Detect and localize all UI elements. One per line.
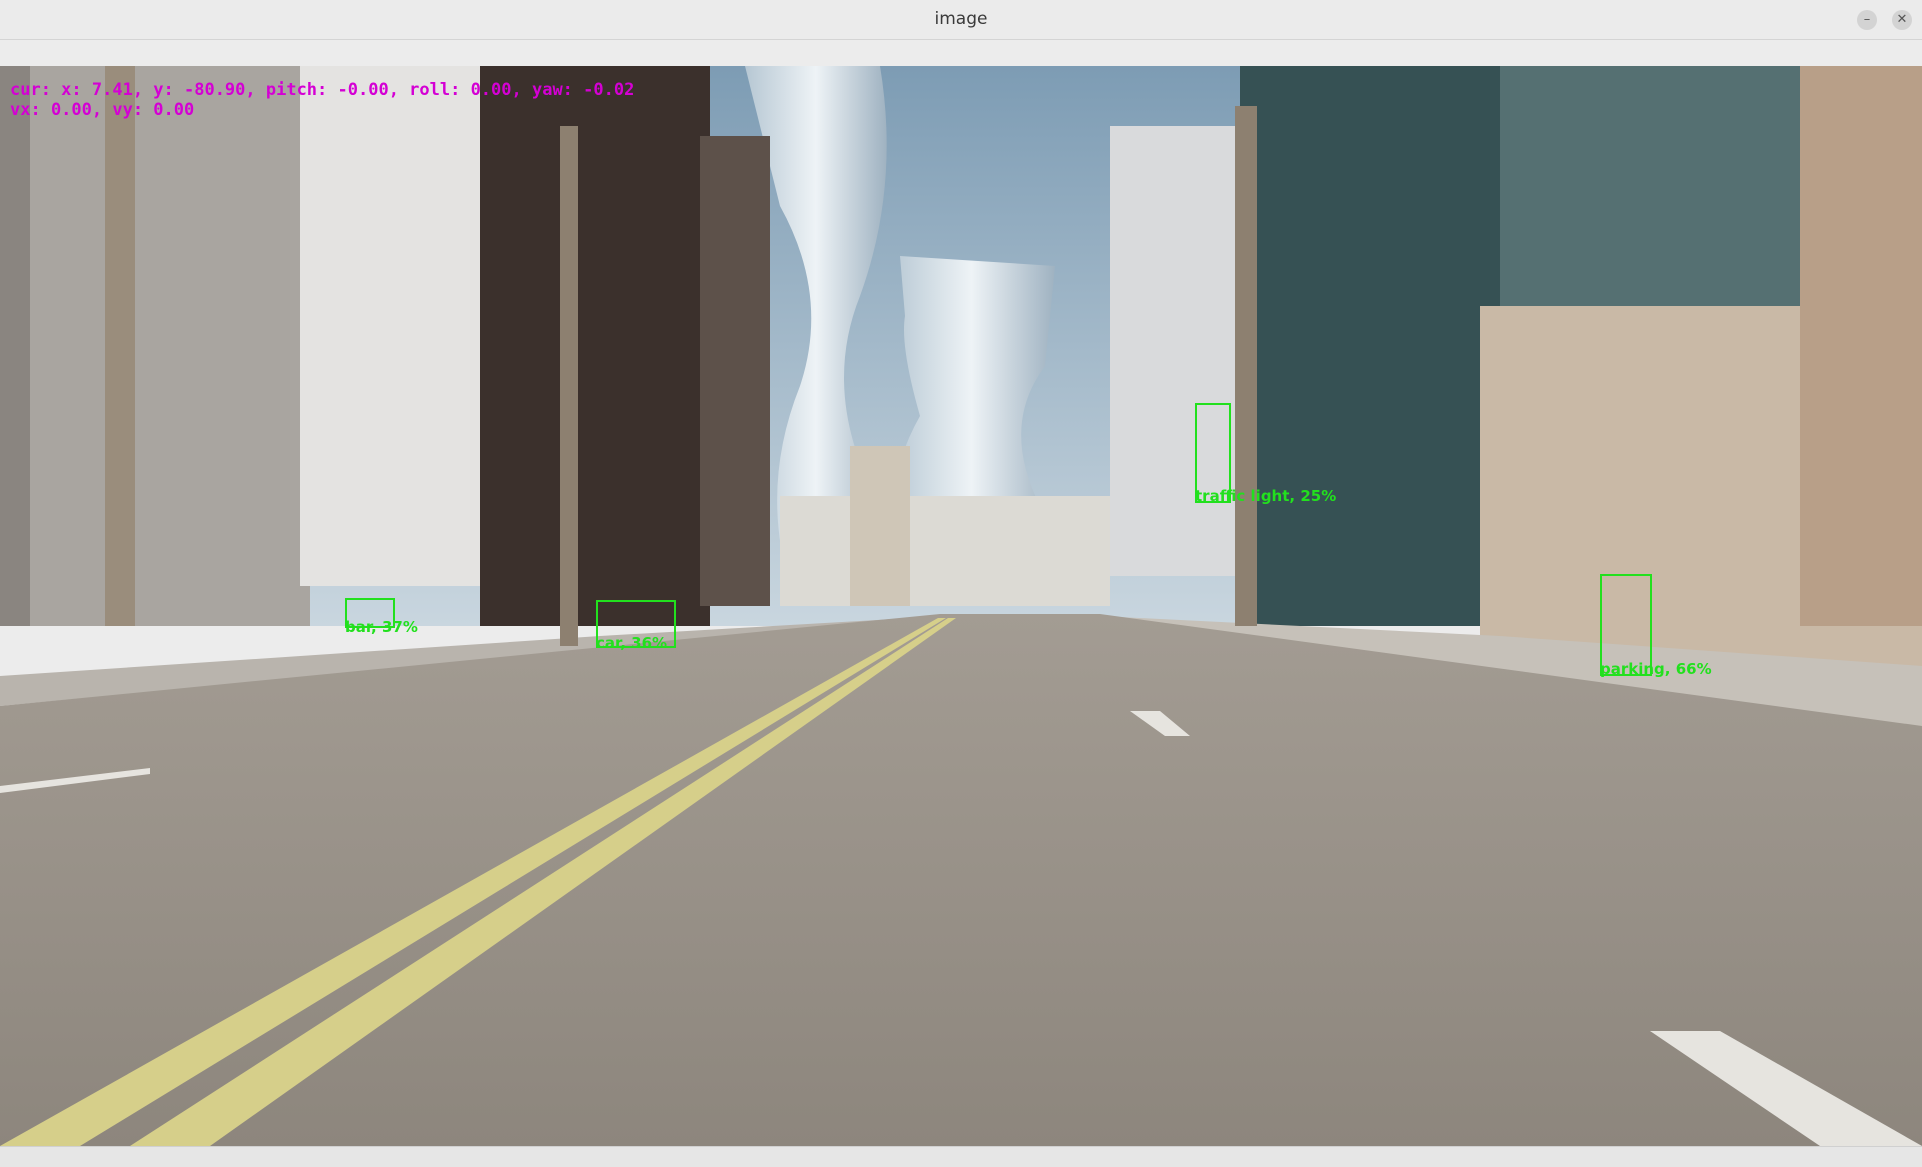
close-button[interactable]: ✕ [1892, 10, 1912, 30]
minimize-button[interactable]: – [1857, 10, 1877, 30]
detection-label-traffic-light: traffic light, 25% [1195, 487, 1337, 505]
camera-view: cur: x: 7.41, y: -80.90, pitch: -0.00, r… [0, 66, 1922, 1146]
window-titlebar[interactable]: image – ✕ [0, 0, 1922, 40]
window-title: image [934, 9, 988, 29]
velocity-readout: vx: 0.00, vy: 0.00 [10, 100, 195, 120]
window-bottom-bar [0, 1146, 1922, 1167]
detection-label-parking: parking, 66% [1600, 660, 1712, 678]
detection-label-bar: bar, 37% [345, 618, 418, 636]
detection-label-car: car, 36% [596, 634, 668, 652]
window-toolbar-area [0, 40, 1922, 66]
pose-readout: cur: x: 7.41, y: -80.90, pitch: -0.00, r… [10, 80, 635, 100]
